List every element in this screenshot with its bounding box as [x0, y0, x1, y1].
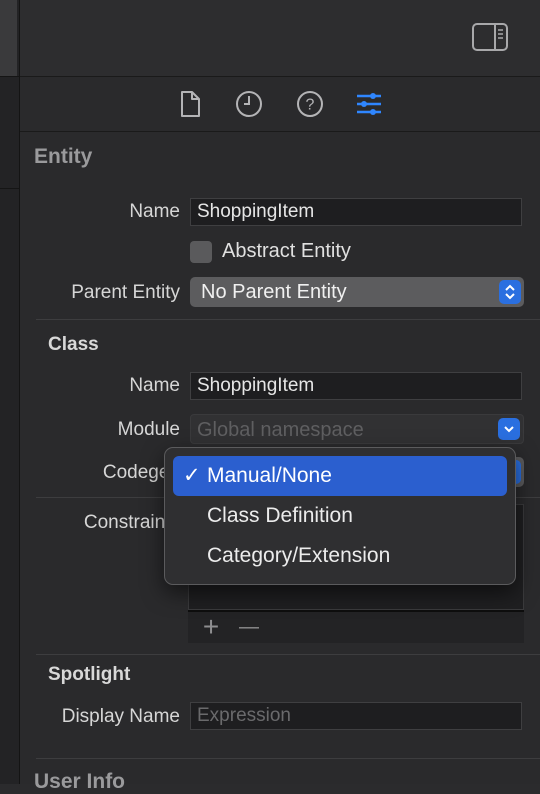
chevron-down-icon[interactable] — [498, 418, 520, 440]
constraints-button-bar: + — — [188, 610, 524, 643]
menu-item-class-definition[interactable]: Class Definition — [173, 496, 507, 536]
inspector-panel: ? Entity Name ShoppingItem Abstract Enti… — [20, 0, 540, 793]
chevron-up-down-icon — [499, 280, 521, 304]
display-name-field[interactable]: Expression — [190, 702, 522, 730]
add-constraint-button[interactable]: + — [198, 613, 224, 641]
section-divider — [36, 319, 540, 320]
module-placeholder: Global namespace — [197, 419, 364, 441]
entity-section-title: Entity — [34, 145, 93, 168]
parent-entity-label: Parent Entity — [71, 282, 180, 303]
abstract-entity-label: Abstract Entity — [222, 240, 351, 262]
section-divider — [36, 654, 540, 655]
menu-item-category-extension[interactable]: Category/Extension — [173, 536, 507, 576]
menu-item-label: Class Definition — [207, 504, 353, 527]
inspector-toolbar — [20, 0, 540, 77]
menu-item-manual-none[interactable]: ✓ Manual/None — [173, 456, 507, 496]
display-name-label: Display Name — [61, 706, 180, 727]
class-name-field[interactable]: ShoppingItem — [190, 372, 522, 400]
entity-name-field[interactable]: ShoppingItem — [190, 198, 522, 226]
module-combo-box[interactable]: Global namespace — [190, 414, 524, 444]
checkmark-icon: ✓ — [183, 464, 201, 487]
navigator-strip — [0, 0, 20, 784]
toggle-inspector-icon[interactable] — [472, 23, 508, 51]
file-inspector-icon[interactable] — [175, 89, 205, 119]
navigator-divider — [0, 76, 19, 77]
inspector-tab-bar: ? — [20, 77, 540, 132]
parent-entity-popup[interactable]: No Parent Entity — [190, 277, 524, 307]
abstract-entity-checkbox[interactable] — [190, 241, 212, 263]
codegen-menu: ✓ Manual/None Class Definition Category/… — [164, 447, 516, 585]
parent-entity-value: No Parent Entity — [201, 281, 347, 303]
remove-constraint-button[interactable]: — — [236, 616, 262, 640]
section-divider — [36, 758, 540, 759]
history-inspector-icon[interactable] — [234, 89, 264, 119]
spotlight-section-title: Spotlight — [48, 664, 131, 685]
module-label: Module — [117, 419, 180, 440]
entity-name-label: Name — [129, 201, 180, 222]
svg-text:?: ? — [306, 97, 315, 114]
navigator-divider — [0, 188, 19, 189]
user-info-section-title: User Info — [34, 770, 126, 793]
class-section-title: Class — [48, 334, 99, 355]
class-name-label: Name — [129, 375, 180, 396]
attributes-inspector-icon[interactable] — [354, 89, 384, 119]
help-inspector-icon[interactable]: ? — [295, 89, 325, 119]
menu-item-label: Category/Extension — [207, 544, 391, 567]
menu-item-label: Manual/None — [207, 464, 332, 487]
navigator-scroller[interactable] — [0, 0, 17, 76]
